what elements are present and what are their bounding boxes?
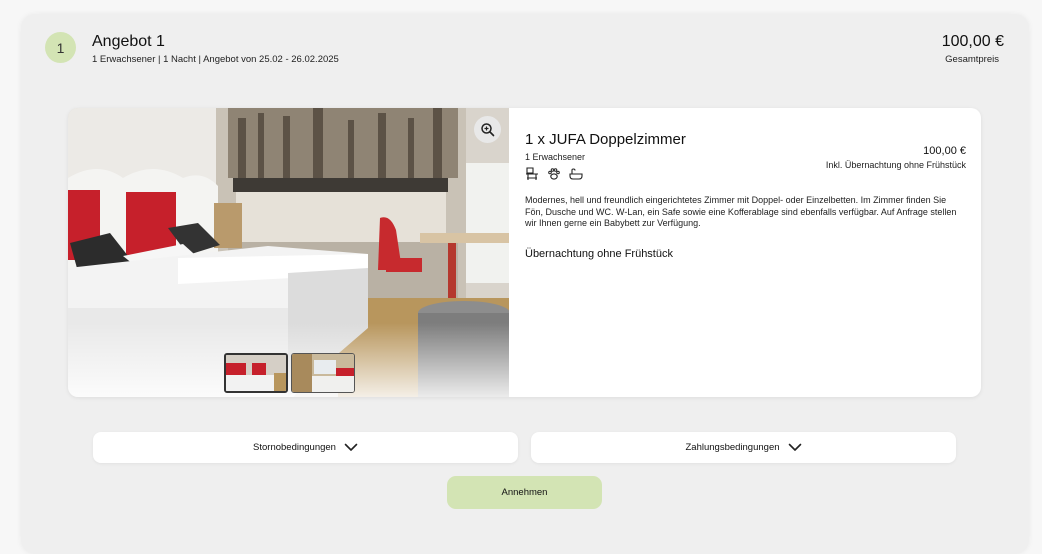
total-price-label: Gesamtpreis <box>945 54 999 65</box>
thumbnail-1[interactable] <box>224 353 288 393</box>
room-name: 1 x JUFA Doppelzimmer <box>525 131 686 148</box>
total-price: 100,00 € <box>941 33 1004 50</box>
desk-icon <box>525 167 539 181</box>
thumbnail-2[interactable] <box>291 353 355 393</box>
payment-conditions-toggle[interactable]: Zahlungsbedingungen <box>531 432 956 463</box>
room-description: Modernes, hell und freundlich eingericht… <box>525 195 957 228</box>
accept-label: Annehmen <box>501 487 548 498</box>
room-price: 100,00 € <box>923 145 966 157</box>
bathtub-icon <box>569 167 583 181</box>
meal-plan: Übernachtung ohne Frühstück <box>525 248 673 260</box>
offer-subtitle: 1 Erwachsener | 1 Nacht | Angebot von 25… <box>92 54 339 65</box>
photo-thumbnails <box>224 353 355 393</box>
payment-label: Zahlungsbedingungen <box>685 442 780 453</box>
amenity-icons <box>525 167 583 181</box>
room-occupancy: 1 Erwachsener <box>525 152 586 162</box>
pet-paw-icon <box>547 167 561 181</box>
storno-label: Stornobedingungen <box>253 442 336 453</box>
chevron-down-icon <box>788 443 801 451</box>
room-rate-label: Inkl. Übernachtung ohne Frühstück <box>825 160 966 170</box>
step-number: 1 <box>56 39 65 56</box>
offer-title: Angebot 1 <box>92 33 165 50</box>
storno-conditions-toggle[interactable]: Stornobedingungen <box>93 432 518 463</box>
zoom-button[interactable] <box>474 116 501 143</box>
step-badge: 1 <box>45 32 76 63</box>
zoom-in-icon <box>481 123 495 137</box>
chevron-down-icon <box>344 443 358 451</box>
accept-button[interactable]: Annehmen <box>447 476 602 509</box>
